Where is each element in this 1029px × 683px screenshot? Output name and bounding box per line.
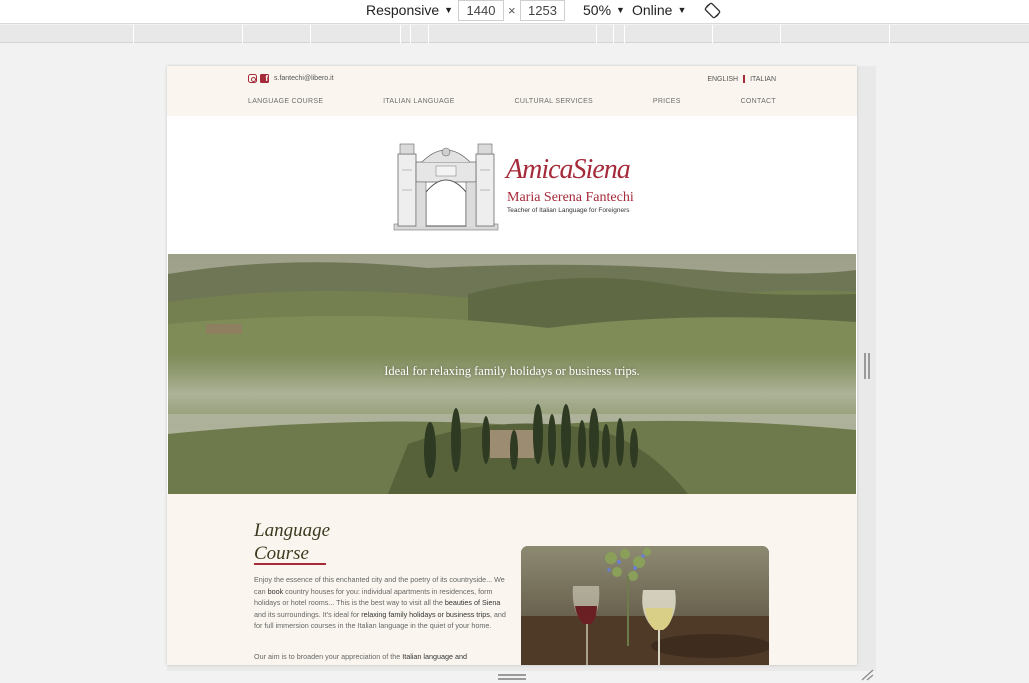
logo-subtitle: Teacher of Italian Language for Foreigne… bbox=[507, 207, 630, 214]
main-nav: LANGUAGE COURSE ITALIAN LANGUAGE CULTURA… bbox=[248, 98, 776, 105]
chevron-down-icon: ▼ bbox=[677, 5, 687, 15]
nav-cultural-services[interactable]: CULTURAL SERVICES bbox=[515, 98, 594, 105]
media-tick bbox=[428, 25, 429, 43]
device-mode-label: Responsive bbox=[366, 2, 440, 18]
wine-flowers-photo bbox=[521, 546, 769, 665]
lang-italian-link[interactable]: ITALIAN bbox=[750, 76, 776, 83]
media-tick bbox=[624, 25, 625, 43]
intro-paragraph: Enjoy the essence of this enchanted city… bbox=[254, 574, 506, 632]
site-header: f s.fantechi@libero.it ENGLISH ITALIAN L… bbox=[167, 66, 857, 116]
zoom-select[interactable]: 50% ▼ bbox=[583, 2, 625, 18]
nav-contact[interactable]: CONTACT bbox=[741, 98, 776, 105]
media-query-bar[interactable] bbox=[0, 25, 1029, 43]
logo-area[interactable]: AmicaSiena Maria Serena Fantechi Teacher… bbox=[167, 116, 857, 254]
viewport-width-input[interactable]: 1440 bbox=[458, 0, 504, 21]
media-tick bbox=[133, 25, 134, 43]
logo-name: Maria Serena Fantechi bbox=[507, 190, 634, 205]
wine-glass-image bbox=[521, 546, 769, 665]
nav-italian-language[interactable]: ITALIAN LANGUAGE bbox=[383, 98, 455, 105]
aim-paragraph: Our aim is to broaden your appreciation … bbox=[254, 651, 506, 663]
viewport-resize-handle-right[interactable] bbox=[864, 353, 870, 379]
paragraph-text: and its surroundings. It's ideal for bbox=[254, 609, 362, 619]
language-course-section: Language Course Enjoy the essence of thi… bbox=[167, 494, 857, 665]
device-viewport: f s.fantechi@libero.it ENGLISH ITALIAN L… bbox=[167, 66, 857, 665]
viewport-resize-handle-bottom[interactable] bbox=[498, 674, 526, 680]
zoom-label: 50% bbox=[583, 2, 612, 18]
media-tick bbox=[242, 25, 243, 43]
network-throttle-select[interactable]: Online ▼ bbox=[632, 2, 686, 18]
media-tick bbox=[613, 25, 614, 43]
language-switcher: ENGLISH ITALIAN bbox=[707, 75, 776, 83]
paragraph-highlight: Italian language and bbox=[402, 652, 467, 661]
section-title: Language Course bbox=[254, 519, 330, 565]
network-label: Online bbox=[632, 2, 673, 18]
device-frame-shadow bbox=[167, 665, 876, 671]
lang-english-link[interactable]: ENGLISH bbox=[707, 76, 738, 83]
chevron-down-icon: ▼ bbox=[444, 5, 454, 15]
media-tick bbox=[596, 25, 597, 43]
social-links: f s.fantechi@libero.it bbox=[248, 74, 334, 83]
media-tick bbox=[780, 25, 781, 43]
nav-language-course[interactable]: LANGUAGE COURSE bbox=[248, 98, 323, 105]
nav-prices[interactable]: PRICES bbox=[653, 98, 681, 105]
email-link[interactable]: s.fantechi@libero.it bbox=[274, 75, 334, 82]
paragraph-highlight: relaxing family holidays or business tri… bbox=[361, 609, 490, 619]
paragraph-highlight: book bbox=[267, 586, 284, 596]
viewport-height-input[interactable]: 1253 bbox=[520, 0, 565, 21]
media-tick bbox=[410, 25, 411, 43]
media-tick bbox=[310, 25, 311, 43]
rotate-icon[interactable] bbox=[704, 2, 721, 19]
device-mode-select[interactable]: Responsive ▼ bbox=[366, 2, 453, 18]
media-tick bbox=[712, 25, 713, 43]
hero-caption: Ideal for relaxing family holidays or bu… bbox=[384, 364, 640, 378]
chevron-down-icon: ▼ bbox=[616, 5, 625, 15]
facebook-icon[interactable]: f bbox=[260, 74, 269, 83]
dimension-separator: × bbox=[508, 3, 516, 18]
paragraph-highlight: beauties of Siena bbox=[444, 598, 501, 607]
hero-banner: Ideal for relaxing family holidays or bu… bbox=[168, 254, 856, 494]
resize-corner-icon[interactable] bbox=[860, 669, 874, 681]
paragraph-text: Our aim is to broaden your appreciation … bbox=[254, 652, 403, 661]
instagram-icon[interactable] bbox=[248, 74, 257, 83]
media-tick bbox=[400, 25, 401, 43]
title-underline bbox=[254, 563, 326, 565]
arch-gate-logo-icon bbox=[393, 143, 499, 231]
devtools-toolbar: Responsive ▼ 1440 × 1253 50% ▼ Online ▼ bbox=[0, 0, 1029, 24]
section-title-line-1: Language bbox=[254, 520, 330, 541]
lang-separator bbox=[743, 75, 746, 83]
media-tick bbox=[889, 25, 890, 43]
section-title-line-2: Course bbox=[254, 543, 309, 564]
logo-title: AmicaSiena bbox=[506, 154, 631, 185]
